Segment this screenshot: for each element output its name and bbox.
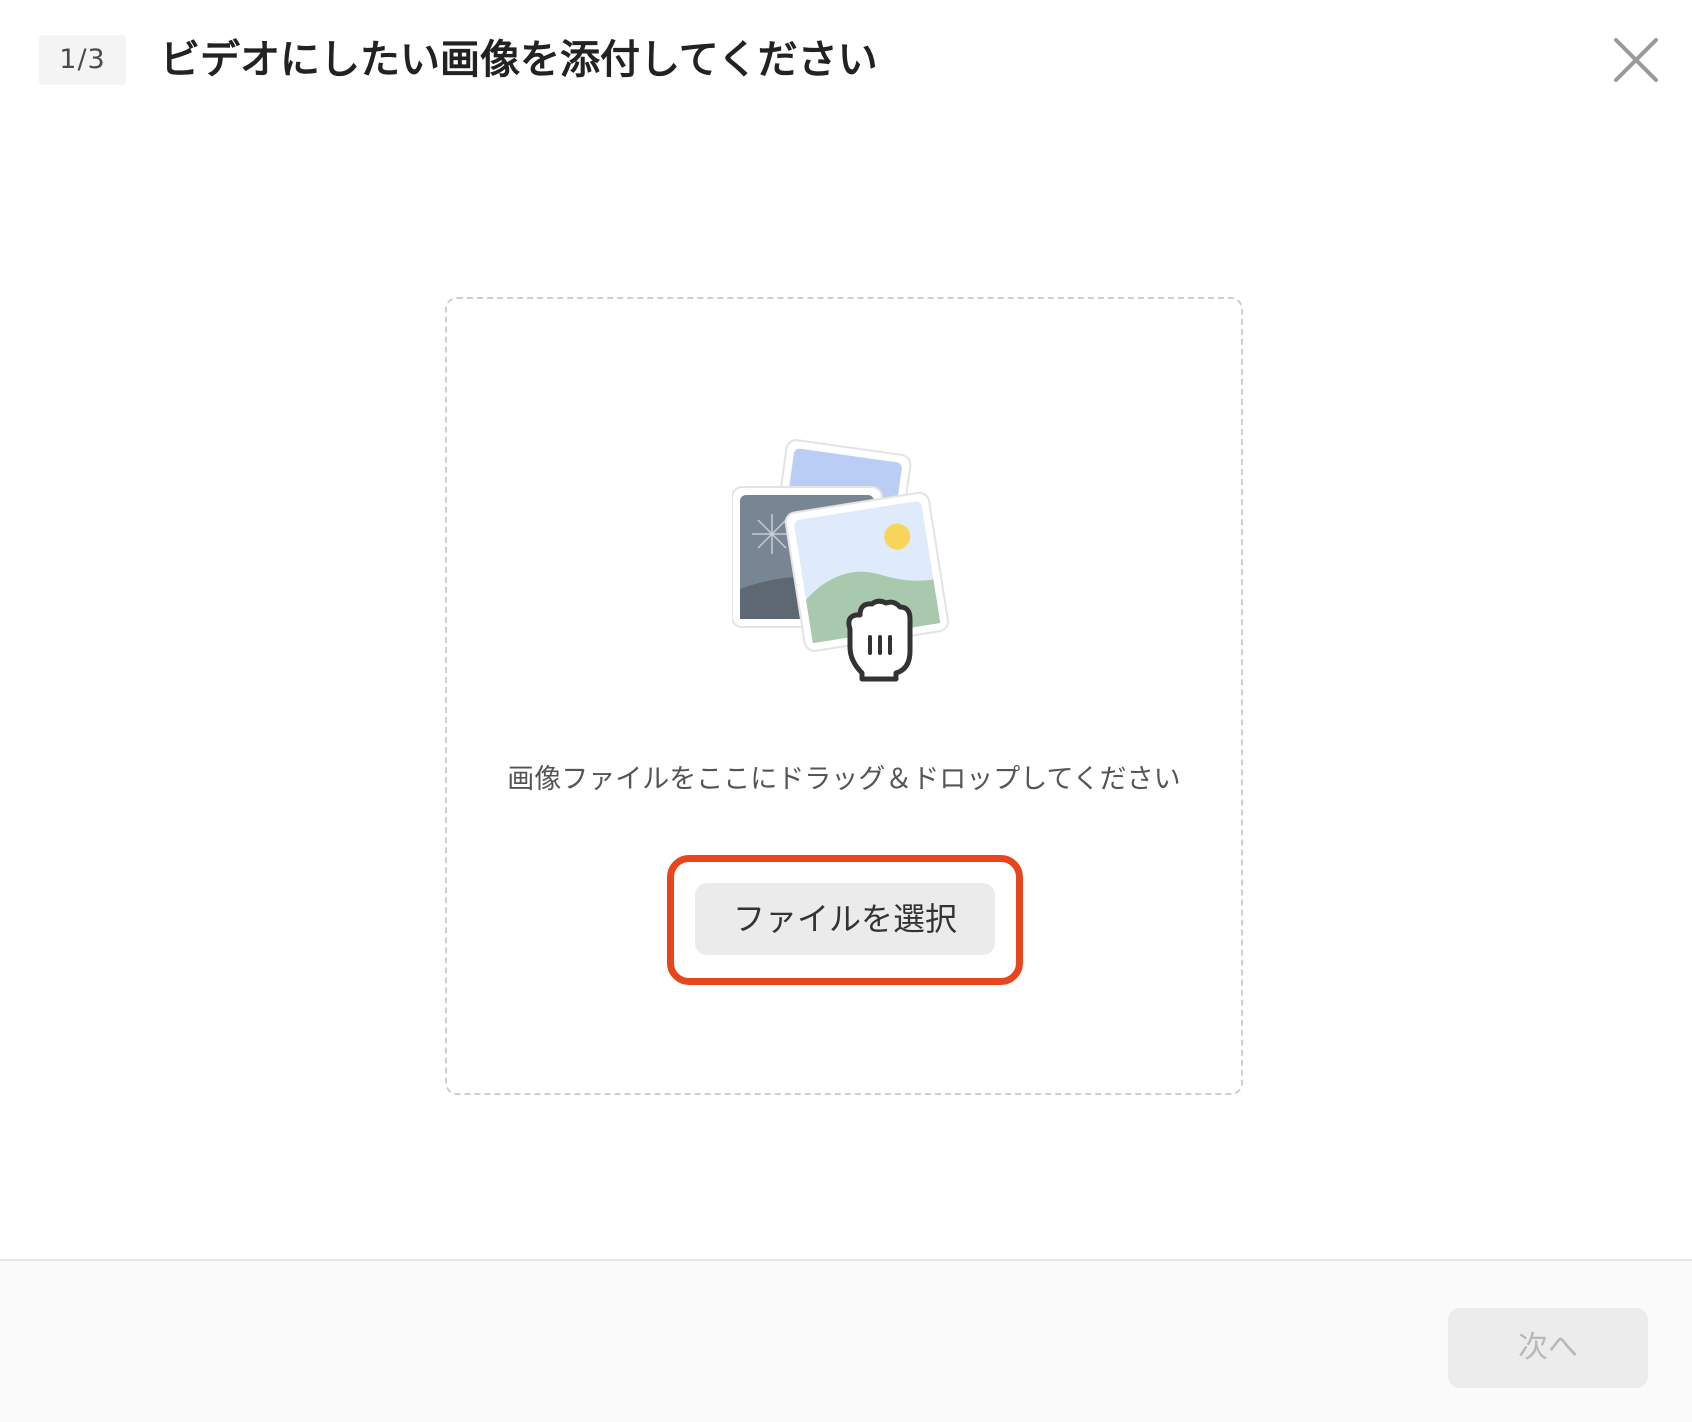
image-stack-with-grab-hand-icon [732, 439, 949, 682]
dialog-title: ビデオにしたい画像を添付してください [160, 37, 878, 83]
step-indicator: 1/3 [39, 35, 126, 85]
close-icon [1614, 38, 1658, 82]
drop-hint-text: 画像ファイルをここにドラッグ＆ドロップしてください [507, 764, 1181, 795]
next-button[interactable]: 次へ [1448, 1308, 1648, 1388]
file-drop-zone[interactable]: 画像ファイルをここにドラッグ＆ドロップしてください ファイルを選択 [445, 297, 1243, 1095]
close-button[interactable] [1610, 34, 1662, 86]
dialog-footer: 次へ [0, 1259, 1692, 1422]
upload-dialog: 1/3 ビデオにしたい画像を添付してください 画像ファイルをここにドラッグ＆ドロ… [0, 0, 1692, 1422]
image-upload-illustration [732, 439, 962, 689]
select-file-button[interactable]: ファイルを選択 [695, 883, 995, 955]
